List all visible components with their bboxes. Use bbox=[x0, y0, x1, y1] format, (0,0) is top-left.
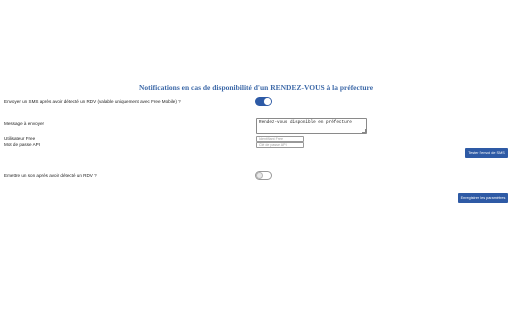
page-title: Notifications en cas de disponibilité d'… bbox=[138, 83, 374, 92]
sms-toggle-knob bbox=[264, 98, 271, 105]
resize-grip-icon[interactable] bbox=[362, 129, 366, 133]
sound-toggle[interactable] bbox=[255, 171, 272, 180]
message-textarea[interactable]: Rendez-vous disponible en préfecture bbox=[256, 118, 367, 134]
test-sms-button[interactable]: Tester l'envoi de SMS bbox=[465, 148, 508, 158]
sms-toggle[interactable] bbox=[255, 97, 272, 106]
sound-toggle-knob bbox=[256, 172, 263, 179]
sound-toggle-label: Emettre un son après avoir détecté un RD… bbox=[4, 173, 97, 178]
save-settings-button[interactable]: Enregistrer les paramètres bbox=[458, 193, 508, 203]
free-user-label: Utilisateur Free bbox=[4, 136, 36, 141]
message-label: Message à envoyer bbox=[4, 121, 45, 126]
api-password-input[interactable] bbox=[256, 142, 304, 148]
api-password-label: Mot de passe API bbox=[4, 142, 41, 147]
sms-toggle-label: Envoyer un SMS après avoir détecté un RD… bbox=[4, 99, 181, 104]
